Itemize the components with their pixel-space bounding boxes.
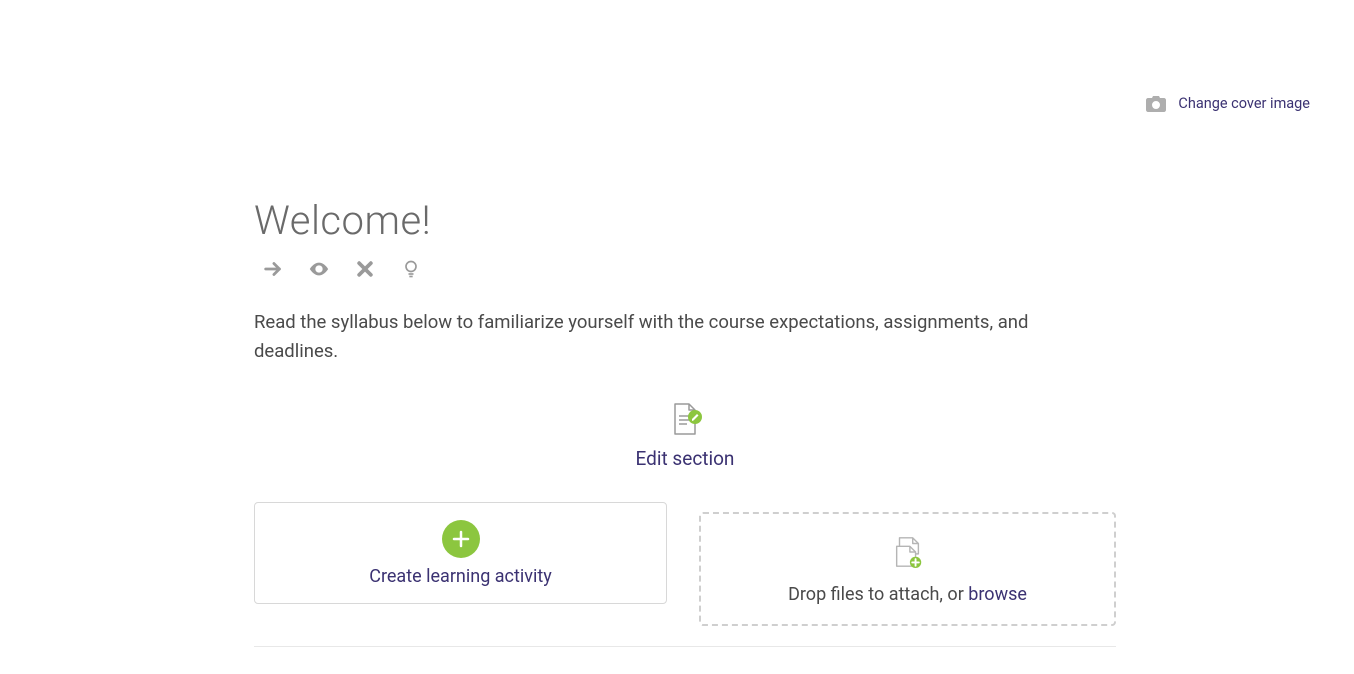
camera-icon: [1146, 96, 1166, 112]
drop-text: Drop files to attach, or browse: [788, 584, 1027, 605]
change-cover-label: Change cover image: [1178, 95, 1310, 112]
edit-section-button[interactable]: Edit section: [254, 401, 1116, 470]
main-content: Welcome! Read: [254, 197, 1116, 626]
page-title: Welcome!: [254, 197, 1116, 244]
file-drop-zone[interactable]: Drop files to attach, or browse: [699, 512, 1116, 626]
divider: [254, 646, 1116, 647]
browse-link[interactable]: browse: [968, 584, 1027, 605]
edit-section-label: Edit section: [254, 447, 1116, 470]
drop-text-static: Drop files to attach, or: [788, 584, 968, 605]
section-description: Read the syllabus below to familiarize y…: [254, 308, 1054, 365]
change-cover-button[interactable]: Change cover image: [1146, 95, 1310, 112]
arrow-right-icon[interactable]: [262, 258, 284, 280]
plus-icon: [442, 520, 480, 558]
file-upload-icon: [891, 534, 925, 574]
actions-row: Create learning activity Drop files to a…: [254, 502, 1116, 626]
document-edit-icon: [667, 401, 703, 441]
close-icon[interactable]: [354, 258, 376, 280]
lightbulb-icon[interactable]: [400, 258, 422, 280]
create-activity-label: Create learning activity: [369, 566, 552, 587]
create-activity-button[interactable]: Create learning activity: [254, 502, 667, 604]
eye-icon[interactable]: [308, 258, 330, 280]
section-toolbar: [254, 258, 1116, 280]
